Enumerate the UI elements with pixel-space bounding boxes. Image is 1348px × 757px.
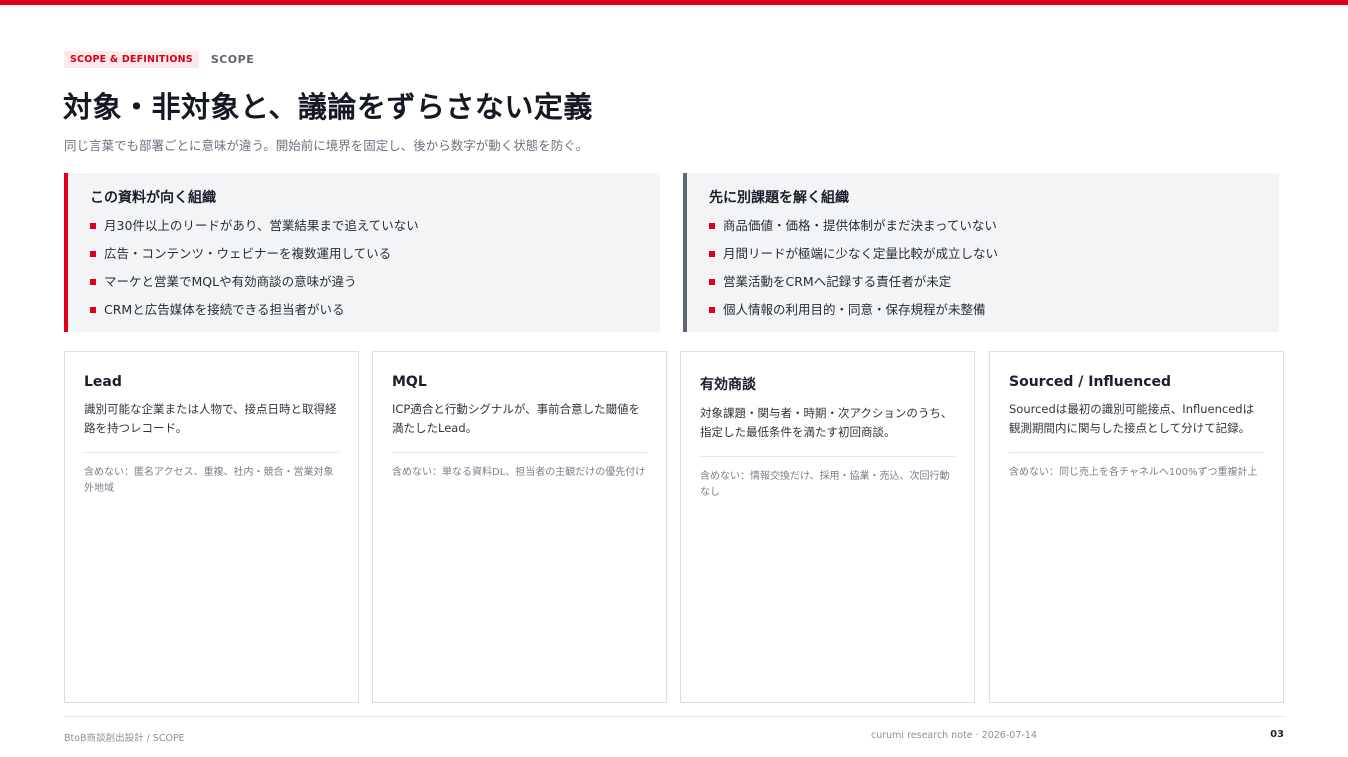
definition-description: ICP適合と行動シグナルが、事前合意した閾値を満たしたLead。 xyxy=(392,402,641,435)
page-subtitle: 同じ言葉でも部署ごとに意味が違う。開始前に境界を固定し、後から数字が動く状態を防… xyxy=(64,138,589,153)
card-divider xyxy=(1009,452,1264,453)
card-divider xyxy=(84,452,339,453)
eyebrow: SCOPE & DEFINITIONS SCOPE xyxy=(64,51,254,68)
list-item: 月30件以上のリードがあり、営業結果まで追えていない xyxy=(90,215,640,243)
section-label: SCOPE xyxy=(210,53,255,66)
list-item-text: 営業活動をCRMへ記録する責任者が未定 xyxy=(723,274,952,289)
list-item-text: マーケと営業でMQLや有効商談の意味が違う xyxy=(104,274,357,289)
definition-term: 有効商談 xyxy=(700,377,756,393)
fit-organizations-panel: この資料が向く組織 月30件以上のリードがあり、営業結果まで追えていない 広告・… xyxy=(64,173,660,332)
definition-card-sourced-influenced: Sourced / Influenced Sourcedは最初の識別可能接点、I… xyxy=(989,351,1284,703)
top-accent-bar xyxy=(0,0,1348,5)
square-bullet-icon xyxy=(90,223,96,229)
footer-document-title: BtoB商談創出設計 / SCOPE xyxy=(64,733,185,744)
page-number: 03 xyxy=(1270,729,1284,740)
list-item-text: 月30件以上のリードがあり、営業結果まで追えていない xyxy=(104,218,419,233)
definition-term: MQL xyxy=(392,374,427,390)
definition-description: 識別可能な企業または人物で、接点日時と取得経路を持つレコード。 xyxy=(84,402,337,435)
definition-term: Sourced / Influenced xyxy=(1009,374,1172,390)
list-item-text: 月間リードが極端に少なく定量比較が成立しない xyxy=(723,246,999,261)
definition-card-lead: Lead 識別可能な企業または人物で、接点日時と取得経路を持つレコード。 含めな… xyxy=(64,351,359,703)
list-item-text: 商品価値・価格・提供体制がまだ決まっていない xyxy=(723,218,997,233)
definition-term: Lead xyxy=(84,374,122,390)
definition-card-qualified-meeting: 有効商談 対象課題・関与者・時期・次アクションのうち、指定した最低条件を満たす初… xyxy=(680,351,975,703)
square-bullet-icon xyxy=(709,307,715,313)
definition-exclusion: 含めない：匿名アクセス、重複、社内・競合・営業対象外地域 xyxy=(84,467,334,494)
list-item: 個人情報の利用目的・同意・保存規程が未整備 xyxy=(709,299,1259,327)
list-item-text: CRMと広告媒体を接続できる担当者がいる xyxy=(104,302,345,317)
list-item: CRMと広告媒体を接続できる担当者がいる xyxy=(90,299,640,327)
list-item: 広告・コンテンツ・ウェビナーを複数運用している xyxy=(90,243,640,271)
list-item: 営業活動をCRMへ記録する責任者が未定 xyxy=(709,271,1259,299)
page-title: 対象・非対象と、議論をずらさない定義 xyxy=(63,90,593,124)
card-divider xyxy=(392,452,647,453)
definition-exclusion: 含めない：同じ売上を各チャネルへ100%ずつ重複計上 xyxy=(1009,467,1258,478)
section-tag: SCOPE & DEFINITIONS xyxy=(64,51,199,68)
panel-title: 先に別課題を解く組織 xyxy=(709,190,849,206)
footer-source-date: curumi research note · 2026-07-14 xyxy=(871,730,1037,741)
unfit-list: 商品価値・価格・提供体制がまだ決まっていない 月間リードが極端に少なく定量比較が… xyxy=(709,215,1259,327)
list-item-text: 広告・コンテンツ・ウェビナーを複数運用している xyxy=(104,246,392,261)
list-item: 商品価値・価格・提供体制がまだ決まっていない xyxy=(709,215,1259,243)
fit-list: 月30件以上のリードがあり、営業結果まで追えていない 広告・コンテンツ・ウェビナ… xyxy=(90,215,640,327)
list-item: マーケと営業でMQLや有効商談の意味が違う xyxy=(90,271,640,299)
square-bullet-icon xyxy=(90,251,96,257)
square-bullet-icon xyxy=(709,251,715,257)
definition-card-mql: MQL ICP適合と行動シグナルが、事前合意した閾値を満たしたLead。 含めな… xyxy=(372,351,667,703)
square-bullet-icon xyxy=(90,307,96,313)
square-bullet-icon xyxy=(709,279,715,285)
square-bullet-icon xyxy=(709,223,715,229)
unfit-organizations-panel: 先に別課題を解く組織 商品価値・価格・提供体制がまだ決まっていない 月間リードが… xyxy=(683,173,1279,332)
definition-description: Sourcedは最初の識別可能接点、Influencedは観測期間内に関与した接… xyxy=(1009,402,1255,435)
list-item-text: 個人情報の利用目的・同意・保存規程が未整備 xyxy=(723,302,986,317)
definition-exclusion: 含めない：情報交換だけ、採用・協業・売込、次回行動なし xyxy=(700,471,950,498)
square-bullet-icon xyxy=(90,279,96,285)
list-item: 月間リードが極端に少なく定量比較が成立しない xyxy=(709,243,1259,271)
definition-description: 対象課題・関与者・時期・次アクションのうち、指定した最低条件を満たす初回商談。 xyxy=(700,406,953,439)
card-divider xyxy=(700,456,955,457)
footer-divider xyxy=(64,716,1284,717)
panel-title: この資料が向く組織 xyxy=(90,190,216,206)
definition-exclusion: 含めない：単なる資料DL、担当者の主観だけの優先付け xyxy=(392,467,646,478)
